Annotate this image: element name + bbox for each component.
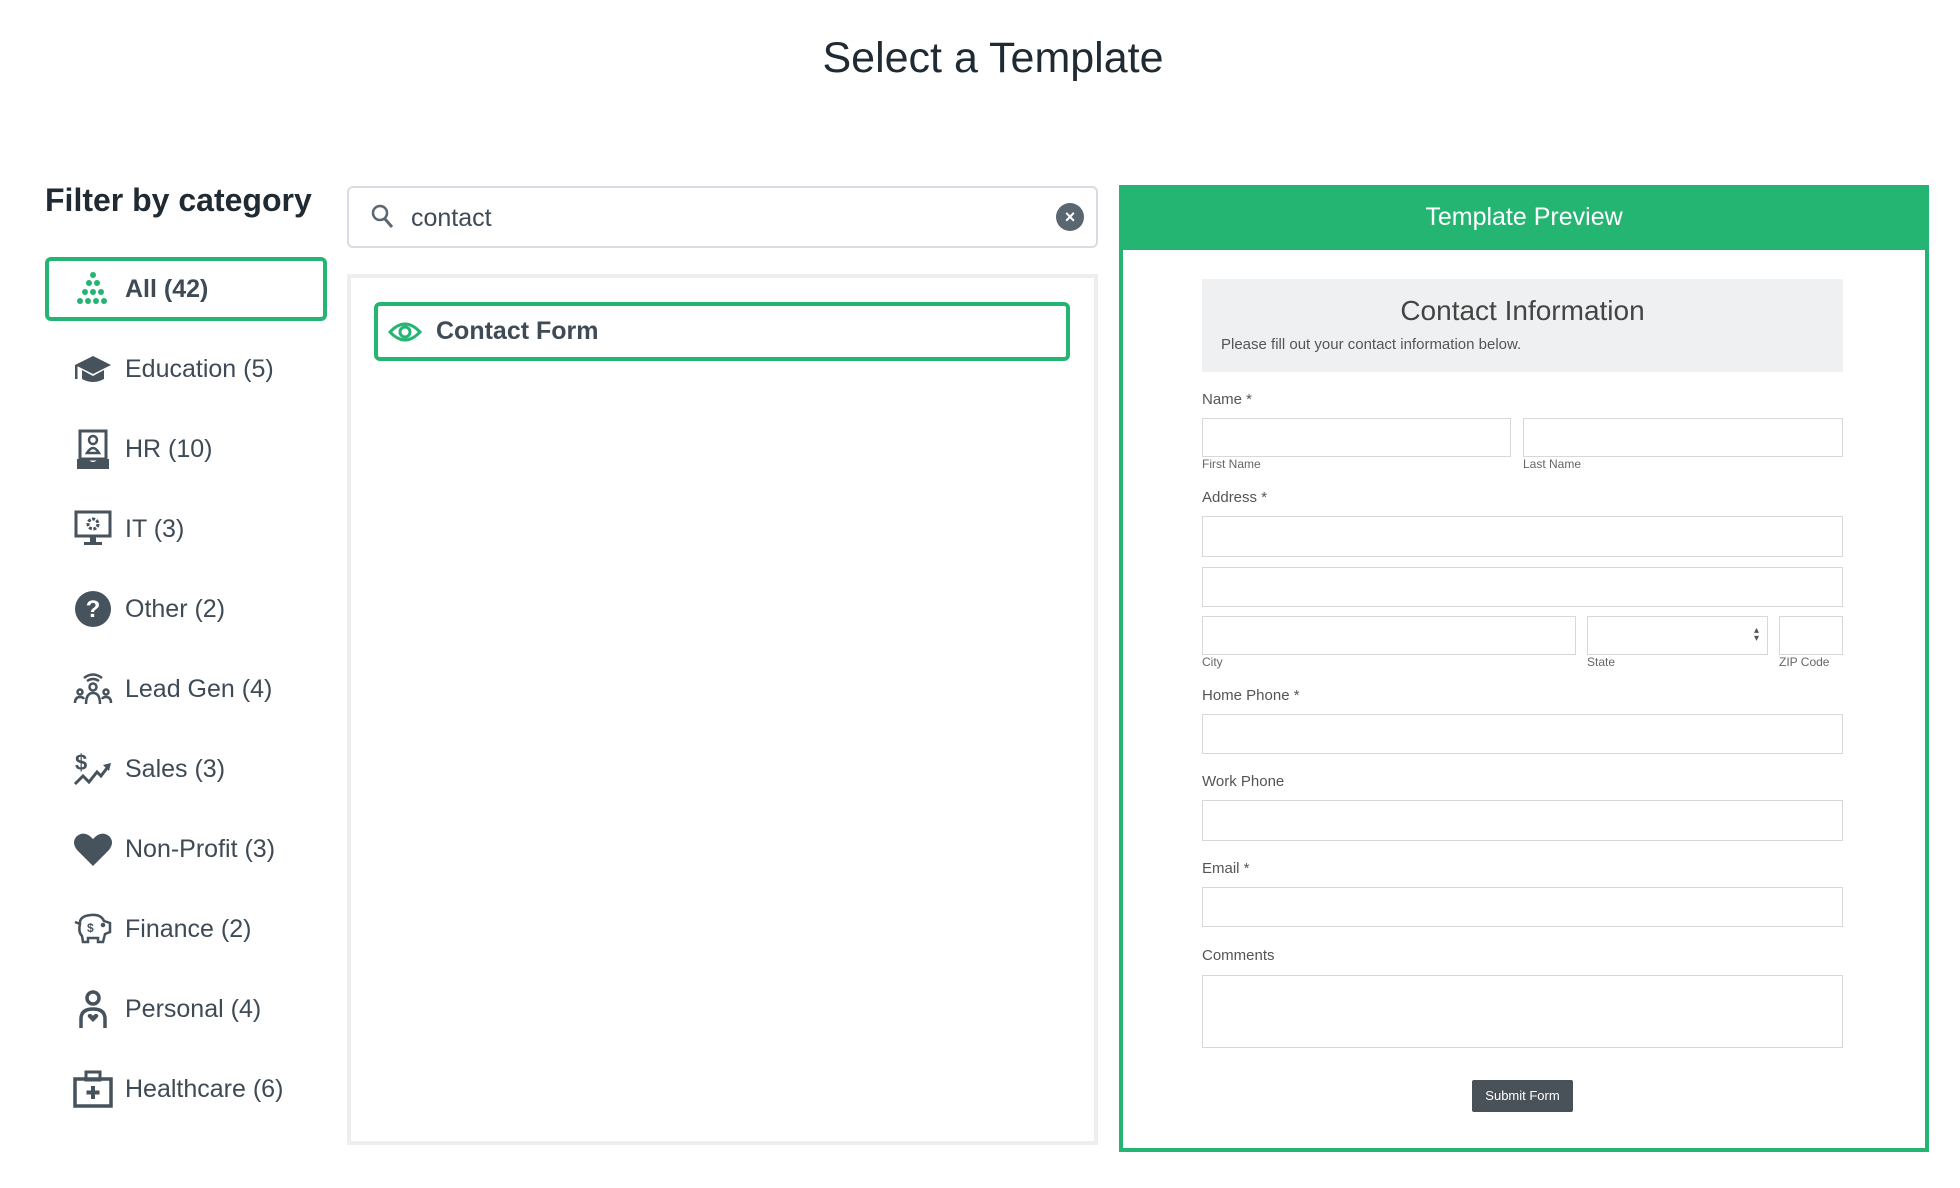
name-label: Name * — [1202, 391, 1253, 408]
heart-icon — [73, 829, 113, 869]
monitor-gear-icon — [73, 509, 113, 549]
people-signal-icon — [73, 669, 113, 709]
email-label: Email * — [1202, 860, 1250, 877]
results-panel — [347, 274, 1098, 1145]
category-sales[interactable]: $ Sales (3) — [45, 737, 327, 801]
category-label: Healthcare (6) — [125, 1074, 284, 1103]
last-name-input[interactable] — [1523, 418, 1843, 457]
piggy-bank-icon: $ — [73, 909, 113, 949]
form-subtitle: Please fill out your contact information… — [1221, 336, 1522, 353]
category-label: Personal (4) — [125, 994, 262, 1023]
search-input[interactable] — [411, 198, 1011, 238]
zip-sublabel: ZIP Code — [1779, 655, 1830, 669]
comments-label: Comments — [1202, 947, 1275, 964]
category-label: Education (5) — [125, 354, 274, 383]
last-name-sublabel: Last Name — [1523, 457, 1582, 471]
category-education[interactable]: Education (5) — [45, 337, 327, 401]
email-input[interactable] — [1202, 887, 1843, 927]
dollar-trend-icon: $ — [73, 749, 113, 789]
submit-form-button[interactable]: Submit Form — [1472, 1080, 1573, 1112]
select-arrows-icon: ▴ ▾ — [1753, 625, 1759, 644]
category-it[interactable]: IT (3) — [45, 497, 327, 561]
category-label: Sales (3) — [125, 754, 226, 783]
form-title: Contact Information — [1400, 295, 1645, 326]
category-hr[interactable]: HR (10) — [45, 417, 327, 481]
svg-text:$: $ — [87, 921, 94, 935]
home-phone-label: Home Phone * — [1202, 687, 1300, 704]
category-all[interactable]: All (42) — [45, 257, 327, 321]
category-other[interactable]: ? Other (2) — [45, 577, 327, 641]
work-phone-input[interactable] — [1202, 800, 1843, 841]
address-line1-input[interactable] — [1202, 516, 1843, 557]
address-line2-input[interactable] — [1202, 567, 1843, 607]
template-card-label: Contact Form — [436, 317, 599, 345]
address-label: Address * — [1202, 489, 1268, 506]
all-icon — [73, 269, 113, 309]
eye-icon — [388, 322, 422, 341]
zip-input[interactable] — [1779, 616, 1843, 655]
page-title: Select a Template — [822, 34, 1164, 82]
category-lead-gen[interactable]: Lead Gen (4) — [45, 657, 327, 721]
clear-search-icon[interactable]: × — [1056, 203, 1084, 231]
svg-text:?: ? — [86, 596, 101, 623]
category-label: HR (10) — [125, 434, 213, 463]
category-label: Finance (2) — [125, 914, 252, 943]
category-personal[interactable]: Personal (4) — [45, 977, 327, 1041]
city-input[interactable] — [1202, 616, 1576, 655]
comments-textarea[interactable] — [1202, 975, 1843, 1048]
category-non-profit[interactable]: Non-Profit (3) — [45, 817, 327, 881]
graduation-cap-icon — [73, 349, 113, 389]
hr-badge-icon — [73, 429, 113, 469]
category-label: Non-Profit (3) — [125, 834, 276, 863]
home-phone-input[interactable] — [1202, 714, 1843, 754]
question-circle-icon: ? — [73, 589, 113, 629]
search-box[interactable]: × — [347, 186, 1098, 248]
work-phone-label: Work Phone — [1202, 773, 1285, 790]
medical-kit-icon — [73, 1069, 113, 1109]
form-header: Contact Information Please fill out your… — [1202, 279, 1843, 372]
first-name-input[interactable] — [1202, 418, 1511, 457]
template-card-contact-form[interactable]: Contact Form — [374, 302, 1070, 361]
category-label: All (42) — [125, 274, 209, 303]
category-finance[interactable]: $ Finance (2) — [45, 897, 327, 961]
category-label: Lead Gen (4) — [125, 674, 273, 703]
city-sublabel: City — [1202, 655, 1223, 669]
category-healthcare[interactable]: Healthcare (6) — [45, 1057, 327, 1121]
filter-title: Filter by category — [45, 182, 312, 218]
state-select[interactable]: ▴ ▾ — [1587, 616, 1768, 655]
person-heart-icon — [73, 989, 113, 1029]
state-sublabel: State — [1587, 655, 1616, 669]
first-name-sublabel: First Name — [1202, 457, 1261, 471]
category-label: IT (3) — [125, 514, 185, 543]
preview-header: Template Preview — [1119, 185, 1929, 250]
category-label: Other (2) — [125, 594, 226, 623]
search-icon — [371, 204, 394, 228]
svg-text:$: $ — [75, 750, 87, 775]
